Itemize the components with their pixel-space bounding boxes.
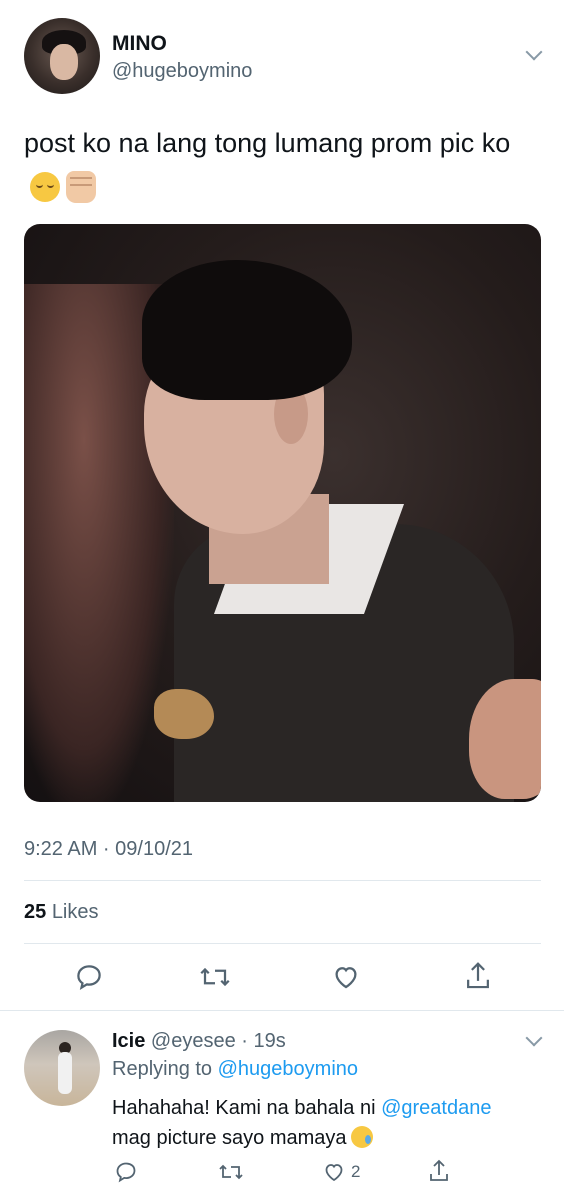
tweet-timestamp[interactable]: 9:22 AM · 09/10/21 <box>24 838 193 861</box>
author-avatar[interactable] <box>24 18 100 94</box>
photo-pocket-square <box>154 689 214 739</box>
reply-like-count: 2 <box>351 1162 361 1181</box>
separator-dot: · <box>235 1030 254 1052</box>
face-holding-back-tears-emoji-icon <box>350 1126 373 1148</box>
chevron-down-icon[interactable] <box>525 43 543 61</box>
replying-prefix: Replying to <box>112 1058 213 1080</box>
reply-header: Icie @eyesee · 19s <box>112 1030 286 1053</box>
divider <box>24 943 541 944</box>
likes-summary[interactable]: 25 Likes <box>24 901 99 924</box>
raised-fist-emoji-icon <box>66 170 96 203</box>
share-icon[interactable] <box>463 960 493 992</box>
tweet-photo[interactable] <box>24 224 541 802</box>
replying-to: Replying to @hugeboymino <box>112 1058 358 1081</box>
likes-label: Likes <box>51 901 99 923</box>
share-icon[interactable] <box>427 1158 451 1184</box>
like-icon[interactable] <box>322 1160 346 1184</box>
avatar-figure <box>58 1052 72 1094</box>
chevron-down-icon[interactable] <box>525 1029 543 1047</box>
author-handle[interactable]: @hugeboymino <box>112 60 252 83</box>
reply-author-avatar[interactable] <box>24 1030 100 1106</box>
replying-handle-link[interactable]: @hugeboymino <box>218 1058 358 1080</box>
reply-text-after: mag picture sayo mamaya <box>112 1127 347 1149</box>
avatar-face <box>50 44 78 80</box>
retweet-icon[interactable] <box>198 962 232 992</box>
divider <box>0 1010 564 1011</box>
reply-handle[interactable]: @eyesee <box>151 1030 236 1052</box>
tweet-text: post ko na lang tong lumang prom pic ko <box>24 122 544 206</box>
reply-display-name[interactable]: Icie <box>112 1030 145 1052</box>
reply-icon[interactable] <box>114 1160 138 1184</box>
mention-link[interactable]: @greatdane <box>381 1097 491 1119</box>
divider <box>24 880 541 881</box>
photo-hair <box>142 260 352 400</box>
reply-text-before: Hahahaha! Kami na bahala ni <box>112 1097 376 1119</box>
reply-icon[interactable] <box>74 962 104 992</box>
retweet-icon[interactable] <box>217 1160 245 1184</box>
pensive-face-emoji-icon <box>30 171 60 202</box>
reply-text: Hahahaha! Kami na bahala ni @greatdane m… <box>112 1093 552 1153</box>
tweet-text-body: post ko na lang tong lumang prom pic ko <box>24 128 511 158</box>
likes-count: 25 <box>24 901 47 923</box>
author-display-name[interactable]: MINO <box>112 32 167 56</box>
reply-age[interactable]: 19s <box>254 1030 286 1052</box>
like-icon[interactable] <box>331 962 361 992</box>
